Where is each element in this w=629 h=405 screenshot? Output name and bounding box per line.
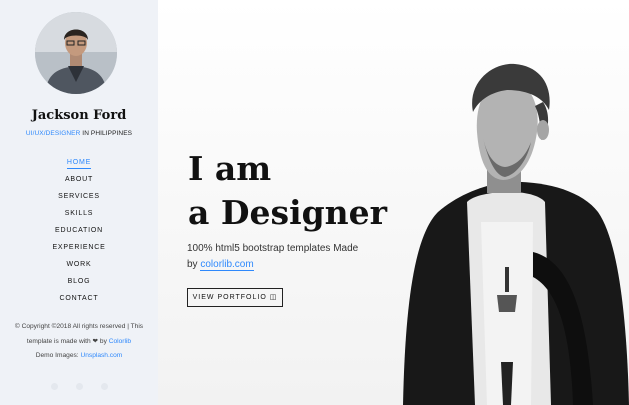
profile-role: UI/UX/DESIGNER IN PHILIPPINES (0, 130, 158, 137)
hero-person-photo (403, 63, 629, 405)
hero-description-line2: by colorlib.com (187, 257, 358, 273)
sidebar-footer: © Copyright ©2018 All rights reserved | … (0, 320, 158, 364)
nav-label: EXPERIENCE (52, 244, 106, 251)
role-link[interactable]: UI/UX/DESIGNER (26, 130, 81, 137)
social-icon[interactable] (50, 383, 58, 390)
hero-description: 100% html5 bootstrap templates Made by c… (187, 241, 358, 273)
nav-label: CONTACT (59, 295, 99, 302)
nav-item-education[interactable]: EDUCATION (0, 222, 158, 239)
nav-item-experience[interactable]: EXPERIENCE (0, 239, 158, 256)
camera-icon: ◫ (269, 294, 278, 301)
hero-section: I am a Designer 100% html5 bootstrap tem… (158, 0, 629, 405)
sidebar-nav: HOME ABOUT SERVICES SKILLS EDUCATION EXP… (0, 154, 158, 307)
demo-images-text: Demo Images: (35, 352, 79, 359)
hero-by-text: by (187, 259, 198, 270)
role-location: IN PHILIPPINES (82, 130, 133, 137)
nav-label: HOME (66, 157, 92, 169)
hero-heading: I am a Designer (188, 147, 387, 235)
unsplash-link[interactable]: Unsplash.com (80, 352, 122, 359)
nav-item-contact[interactable]: CONTACT (0, 290, 158, 307)
nav-label: ABOUT (64, 176, 94, 183)
nav-label: EDUCATION (55, 227, 103, 234)
nav-item-about[interactable]: ABOUT (0, 171, 158, 188)
nav-item-blog[interactable]: BLOG (0, 273, 158, 290)
nav-item-work[interactable]: WORK (0, 256, 158, 273)
made-with-line: template is made with ❤ by Colorlib (0, 335, 158, 350)
hero-heading-line1: I am (188, 149, 272, 188)
social-icon[interactable] (100, 383, 108, 390)
nav-item-home[interactable]: HOME (0, 154, 158, 171)
social-icon[interactable] (75, 383, 83, 390)
made-with-text: template is made with (26, 337, 91, 345)
demo-images-line: Demo Images: Unsplash.com (0, 349, 158, 364)
view-portfolio-label: VIEW PORTFOLIO (192, 294, 267, 301)
nav-label: SERVICES (58, 193, 100, 200)
copyright-line: © Copyright ©2018 All rights reserved | … (14, 323, 144, 330)
nav-label: WORK (66, 261, 92, 268)
colorlib-com-link[interactable]: colorlib.com (200, 259, 254, 271)
social-icons (0, 377, 158, 395)
avatar-photo (35, 12, 117, 94)
colorlib-link[interactable]: Colorlib (109, 338, 131, 345)
view-portfolio-button[interactable]: VIEW PORTFOLIO ◫ (187, 288, 283, 307)
heart-icon: ❤ (92, 337, 99, 345)
hero-description-line1: 100% html5 bootstrap templates Made (187, 243, 359, 254)
nav-label: SKILLS (64, 210, 94, 217)
by-text: by (99, 337, 107, 345)
sidebar: Jackson Ford UI/UX/DESIGNER IN PHILIPPIN… (0, 0, 158, 405)
profile-name: Jackson Ford (31, 108, 127, 123)
nav-label: BLOG (67, 278, 91, 285)
nav-item-skills[interactable]: SKILLS (0, 205, 158, 222)
nav-item-services[interactable]: SERVICES (0, 188, 158, 205)
avatar (35, 12, 117, 94)
hero-heading-line2: a Designer (188, 193, 388, 232)
